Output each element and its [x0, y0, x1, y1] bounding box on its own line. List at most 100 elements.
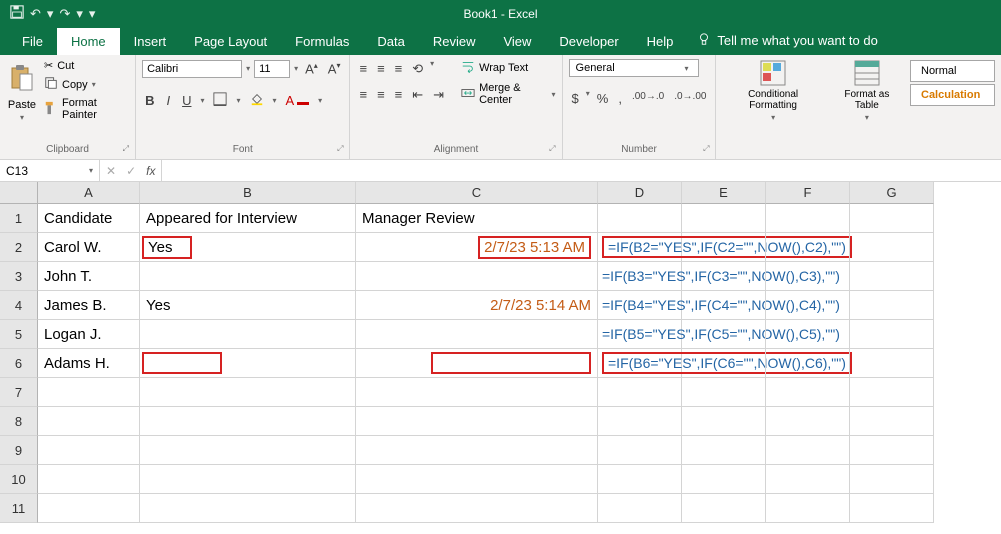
- cell[interactable]: [140, 262, 356, 291]
- cell[interactable]: [598, 436, 682, 465]
- redo-icon[interactable]: ↷: [59, 6, 70, 22]
- row-header[interactable]: 1: [0, 204, 38, 233]
- customize-qat-icon[interactable]: ▾: [89, 6, 96, 22]
- orientation-icon[interactable]: ⟲: [409, 59, 426, 79]
- dropdown-icon[interactable]: ▾: [92, 80, 96, 89]
- row-header[interactable]: 11: [0, 494, 38, 523]
- tab-view[interactable]: View: [489, 28, 545, 55]
- row-header[interactable]: 2: [0, 233, 38, 262]
- tab-file[interactable]: File: [8, 28, 57, 55]
- cell[interactable]: [682, 233, 766, 262]
- font-color-button[interactable]: A: [283, 91, 313, 110]
- cell[interactable]: [850, 291, 934, 320]
- merge-center-button[interactable]: Merge & Center ▾: [461, 82, 555, 106]
- col-header[interactable]: F: [766, 182, 850, 204]
- name-box[interactable]: C13 ▾: [0, 160, 100, 181]
- cell[interactable]: [850, 320, 934, 349]
- dropdown-icon[interactable]: ▾: [89, 166, 93, 175]
- cell[interactable]: [682, 262, 766, 291]
- row-header[interactable]: 3: [0, 262, 38, 291]
- align-right-icon[interactable]: ≡: [392, 85, 406, 105]
- tab-help[interactable]: Help: [633, 28, 688, 55]
- dropdown-icon[interactable]: ▾: [236, 96, 240, 105]
- cell[interactable]: [598, 407, 682, 436]
- decrease-decimal-button[interactable]: .0→.00: [671, 89, 709, 108]
- row-header[interactable]: 9: [0, 436, 38, 465]
- cell[interactable]: Appeared for Interview: [140, 204, 356, 233]
- percent-format-button[interactable]: %: [594, 89, 612, 108]
- format-painter-button[interactable]: Format Painter: [44, 97, 129, 121]
- align-bottom-icon[interactable]: ≡: [392, 59, 406, 79]
- cell[interactable]: [850, 204, 934, 233]
- save-icon[interactable]: [10, 5, 24, 22]
- cell[interactable]: [356, 465, 598, 494]
- tab-home[interactable]: Home: [57, 28, 120, 55]
- cell[interactable]: [140, 436, 356, 465]
- col-header[interactable]: B: [140, 182, 356, 204]
- tab-data[interactable]: Data: [363, 28, 418, 55]
- cell[interactable]: [356, 349, 598, 378]
- dropdown-icon[interactable]: ▾: [318, 96, 322, 105]
- dropdown-icon[interactable]: ▾: [246, 64, 250, 73]
- dropdown-icon[interactable]: ▾: [47, 6, 54, 22]
- cell[interactable]: Yes: [140, 291, 356, 320]
- cell[interactable]: Manager Review: [356, 204, 598, 233]
- undo-icon[interactable]: ↶: [30, 6, 41, 22]
- increase-font-icon[interactable]: A▴: [302, 59, 321, 78]
- cell[interactable]: [356, 262, 598, 291]
- dropdown-icon[interactable]: ▾: [586, 89, 590, 108]
- cell[interactable]: =IF(B4="YES",IF(C4="",NOW(),C4),""): [598, 291, 682, 320]
- tab-developer[interactable]: Developer: [545, 28, 632, 55]
- cell[interactable]: [682, 291, 766, 320]
- tell-me-search[interactable]: Tell me what you want to do: [687, 26, 887, 55]
- cell-style-calculation[interactable]: Calculation: [910, 84, 995, 106]
- cell[interactable]: [850, 436, 934, 465]
- cell[interactable]: [140, 320, 356, 349]
- tab-page-layout[interactable]: Page Layout: [180, 28, 281, 55]
- paste-button[interactable]: [6, 59, 38, 97]
- dropdown-icon[interactable]: ▾: [685, 64, 689, 73]
- cell[interactable]: [356, 320, 598, 349]
- dropdown-icon[interactable]: ▾: [552, 90, 556, 99]
- cell[interactable]: [356, 378, 598, 407]
- cell[interactable]: [682, 436, 766, 465]
- cell[interactable]: 2/7/23 5:13 AM: [356, 233, 598, 262]
- cell-style-normal[interactable]: Normal: [910, 60, 995, 82]
- cell[interactable]: [850, 407, 934, 436]
- cut-button[interactable]: ✂ Cut: [44, 59, 129, 72]
- cell[interactable]: 2/7/23 5:14 AM: [356, 291, 598, 320]
- decrease-indent-icon[interactable]: ⇤: [409, 85, 426, 105]
- cell[interactable]: [682, 407, 766, 436]
- conditional-formatting-button[interactable]: Conditional Formatting ▾: [722, 59, 823, 122]
- fx-icon[interactable]: fx: [146, 164, 155, 178]
- cell[interactable]: John T.: [38, 262, 140, 291]
- cell[interactable]: [682, 494, 766, 523]
- cell[interactable]: [140, 378, 356, 407]
- cell[interactable]: [766, 262, 850, 291]
- cell[interactable]: [38, 407, 140, 436]
- cell[interactable]: [598, 204, 682, 233]
- bold-button[interactable]: B: [142, 91, 157, 110]
- accounting-format-button[interactable]: $: [569, 89, 582, 108]
- tab-formulas[interactable]: Formulas: [281, 28, 363, 55]
- cell[interactable]: James B.: [38, 291, 140, 320]
- col-header[interactable]: E: [682, 182, 766, 204]
- row-header[interactable]: 5: [0, 320, 38, 349]
- cancel-formula-icon[interactable]: ✕: [106, 164, 116, 178]
- align-middle-icon[interactable]: ≡: [374, 59, 388, 79]
- dropdown-icon[interactable]: ▾: [430, 59, 434, 79]
- dropdown-icon[interactable]: ▾: [20, 113, 24, 122]
- cell[interactable]: [766, 436, 850, 465]
- cell[interactable]: =IF(B2="YES",IF(C2="",NOW(),C2),""): [598, 233, 682, 262]
- tab-review[interactable]: Review: [419, 28, 490, 55]
- cell[interactable]: [766, 320, 850, 349]
- comma-format-button[interactable]: ,: [615, 89, 625, 108]
- dropdown-icon[interactable]: ▾: [200, 96, 204, 105]
- col-header[interactable]: C: [356, 182, 598, 204]
- increase-decimal-button[interactable]: .00→.0: [629, 89, 667, 108]
- align-center-icon[interactable]: ≡: [374, 85, 388, 105]
- cell[interactable]: [850, 349, 934, 378]
- cell[interactable]: [140, 494, 356, 523]
- cell[interactable]: [356, 436, 598, 465]
- col-header[interactable]: A: [38, 182, 140, 204]
